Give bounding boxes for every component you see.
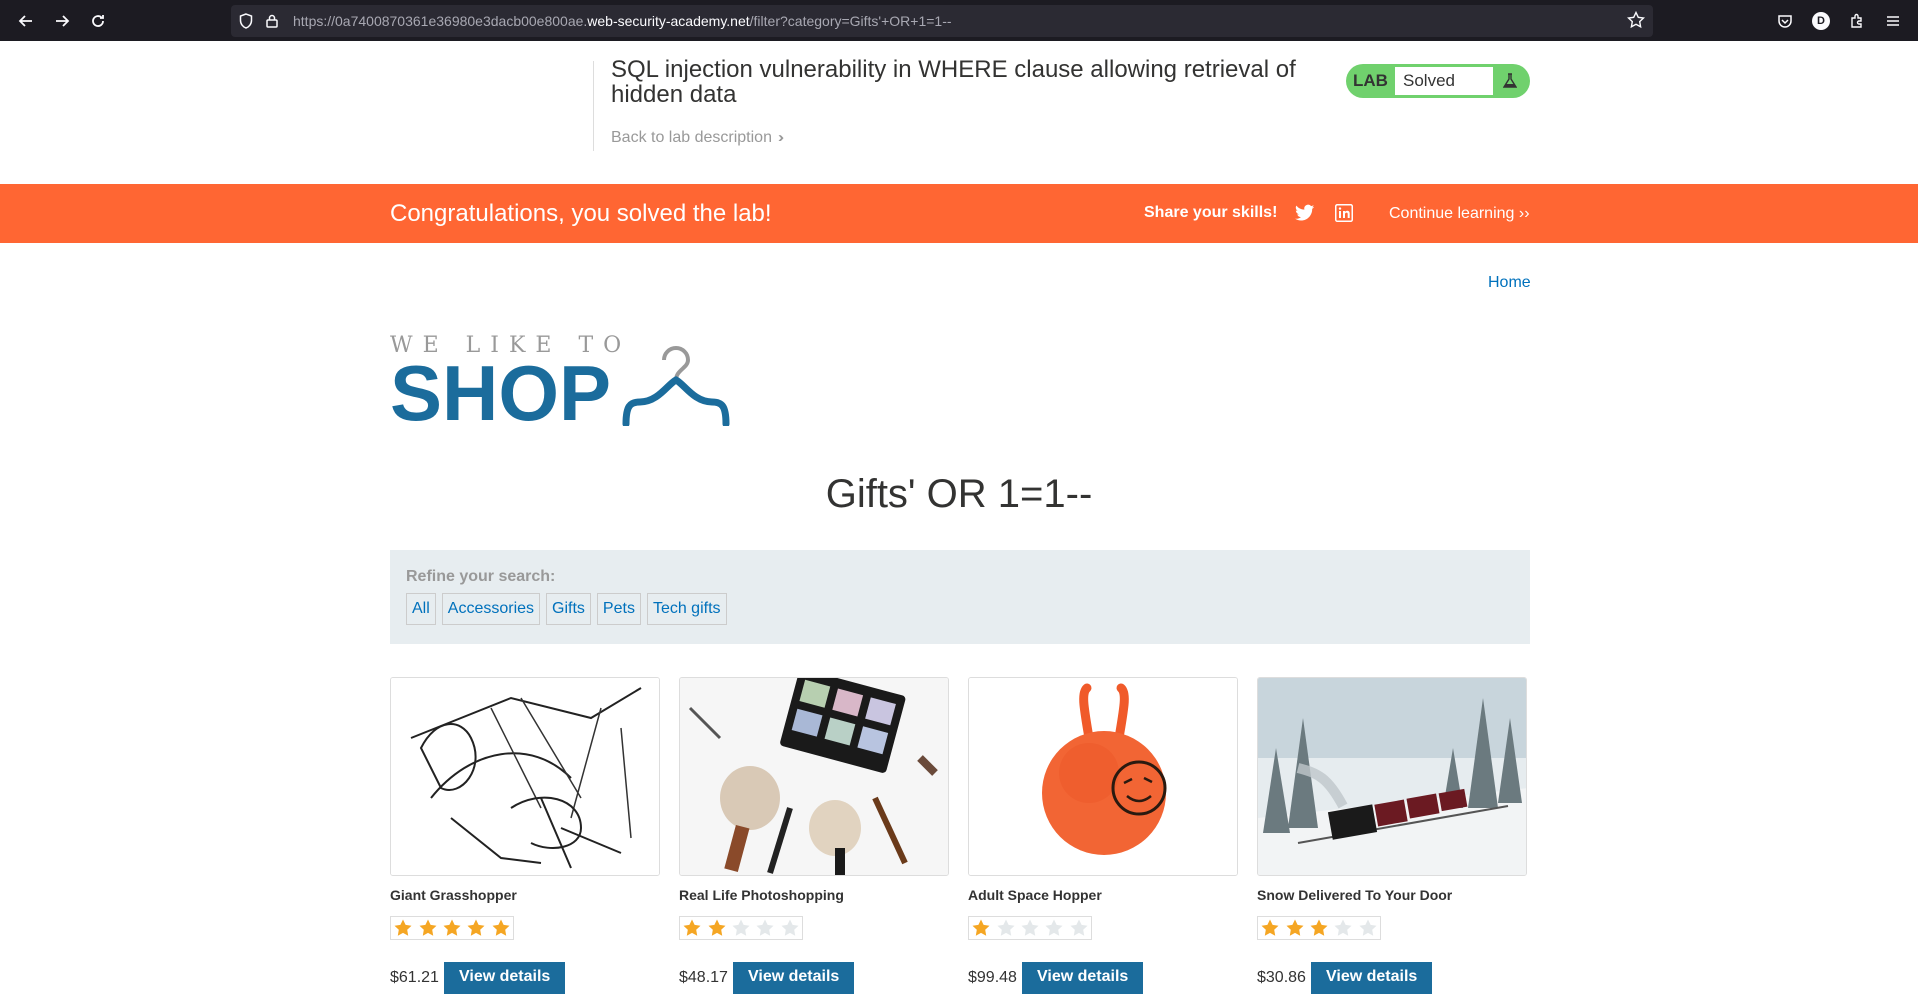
product-image-grasshopper <box>390 677 660 876</box>
lab-status-badge: LAB Solved <box>1346 64 1530 98</box>
back-icon[interactable] <box>8 3 44 39</box>
product-name: Giant Grasshopper <box>390 887 517 903</box>
category-filters: All Accessories Gifts Pets Tech gifts <box>406 593 727 625</box>
view-details-button[interactable]: View details <box>733 962 855 994</box>
lab-title: SQL injection vulnerability in WHERE cla… <box>611 56 1296 108</box>
share-label: Share your skills! <box>1144 204 1278 221</box>
filter-all[interactable]: All <box>406 593 436 625</box>
pocket-icon[interactable] <box>1774 10 1796 32</box>
lock-icon[interactable] <box>261 10 283 32</box>
star-rating <box>1257 916 1381 940</box>
star-empty-icon <box>1067 917 1091 939</box>
twitter-icon[interactable] <box>1295 204 1315 227</box>
star-filled-icon <box>680 917 704 939</box>
double-chevron-icon: ›› <box>777 129 784 146</box>
star-empty-icon <box>753 917 777 939</box>
logo-wordmark: SHOP <box>390 349 612 437</box>
star-empty-icon <box>1331 917 1355 939</box>
star-filled-icon <box>1307 917 1331 939</box>
star-filled-icon <box>1258 917 1282 939</box>
star-filled-icon <box>1282 917 1306 939</box>
shield-icon[interactable] <box>235 10 257 32</box>
view-details-button[interactable]: View details <box>1311 962 1433 994</box>
double-chevron-icon: ›› <box>1518 205 1530 222</box>
product-price: $99.48 <box>968 969 1017 986</box>
address-bar[interactable]: https://0a7400870361e36980e3dacb00e800ae… <box>231 5 1653 37</box>
star-rating <box>679 916 803 940</box>
lab-status: Solved <box>1395 67 1493 95</box>
lab-label: LAB <box>1353 71 1388 90</box>
menu-icon[interactable] <box>1882 10 1904 32</box>
product-card: Adult Space Hopper $99.48 View details <box>968 677 1238 994</box>
star-filled-icon <box>440 917 464 939</box>
refine-label: Refine your search: <box>406 568 556 585</box>
product-price: $48.17 <box>679 969 728 986</box>
star-filled-icon <box>464 917 488 939</box>
star-empty-icon <box>993 917 1017 939</box>
lab-header: SQL injection vulnerability in WHERE cla… <box>0 41 1918 184</box>
product-name: Real Life Photoshopping <box>679 887 844 903</box>
url-text[interactable]: https://0a7400870361e36980e3dacb00e800ae… <box>293 13 952 29</box>
reload-icon[interactable] <box>80 3 116 39</box>
star-filled-icon <box>415 917 439 939</box>
product-card: Snow Delivered To Your Door $30.86 View … <box>1257 677 1527 994</box>
product-price: $61.21 <box>390 969 439 986</box>
view-details-button[interactable]: View details <box>1022 962 1144 994</box>
url-domain: web-security-academy.net <box>587 13 750 29</box>
flask-icon <box>1493 73 1527 89</box>
star-empty-icon <box>778 917 802 939</box>
continue-label: Continue learning <box>1389 205 1515 222</box>
product-card: Real Life Photoshopping $48.17 View deta… <box>679 677 949 994</box>
filter-tech-gifts[interactable]: Tech gifts <box>646 593 727 625</box>
avatar-initial: D <box>1812 11 1830 30</box>
continue-learning-link[interactable]: Continue learning ›› <box>1389 205 1530 223</box>
star-empty-icon <box>1042 917 1066 939</box>
product-price: $30.86 <box>1257 969 1306 986</box>
star-empty-icon <box>1356 917 1380 939</box>
star-filled-icon <box>489 917 513 939</box>
linkedin-icon[interactable] <box>1335 204 1353 227</box>
star-empty-icon <box>729 917 753 939</box>
filter-accessories[interactable]: Accessories <box>441 593 541 625</box>
product-card: Giant Grasshopper $61.21 View details <box>390 677 660 994</box>
star-rating <box>390 916 514 940</box>
shop-logo[interactable]: WE LIKE TO SHOP <box>390 333 631 437</box>
filter-gifts[interactable]: Gifts <box>546 593 591 625</box>
star-rating <box>968 916 1092 940</box>
filter-pets[interactable]: Pets <box>596 593 641 625</box>
product-image-space-hopper <box>968 677 1238 876</box>
extensions-icon[interactable] <box>1846 10 1868 32</box>
back-to-lab-link[interactable]: Back to lab description ›› <box>611 129 784 147</box>
bookmark-star-icon[interactable] <box>1626 10 1646 34</box>
solved-banner: Congratulations, you solved the lab! Sha… <box>0 184 1918 243</box>
product-name: Adult Space Hopper <box>968 887 1102 903</box>
refine-search-panel: Refine your search: All Accessories Gift… <box>390 550 1530 644</box>
home-link[interactable]: Home <box>1488 274 1531 292</box>
page-heading: Gifts' OR 1=1-- <box>825 472 1093 516</box>
product-image-makeup <box>679 677 949 876</box>
divider <box>593 61 594 151</box>
forward-icon[interactable] <box>44 3 80 39</box>
product-grid: Giant Grasshopper $61.21 View details Re… <box>390 677 1530 994</box>
product-name: Snow Delivered To Your Door <box>1257 887 1453 903</box>
star-filled-icon <box>391 917 415 939</box>
view-details-button[interactable]: View details <box>444 962 566 994</box>
account-avatar[interactable]: D <box>1810 10 1832 32</box>
back-link-label: Back to lab description <box>611 129 772 146</box>
product-image-snow-train <box>1257 677 1527 876</box>
star-empty-icon <box>1018 917 1042 939</box>
star-filled-icon <box>704 917 728 939</box>
star-filled-icon <box>969 917 993 939</box>
hanger-icon <box>622 336 742 431</box>
congrats-message: Congratulations, you solved the lab! <box>390 200 772 227</box>
